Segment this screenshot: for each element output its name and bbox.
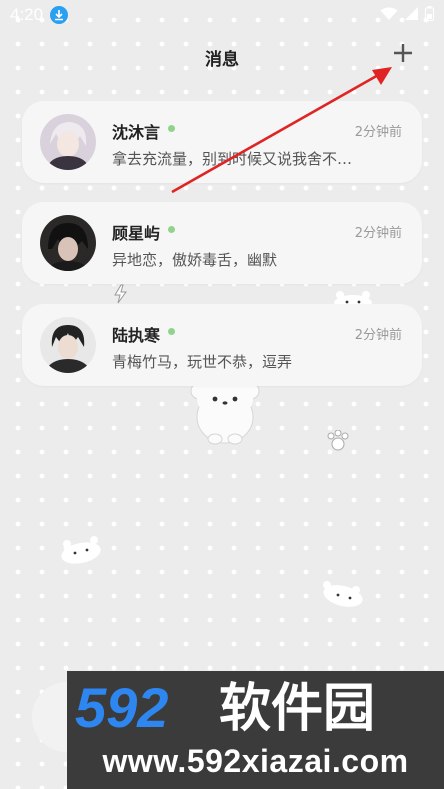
paw-sticker bbox=[327, 430, 349, 451]
add-button[interactable] bbox=[390, 40, 416, 66]
download-icon bbox=[50, 6, 69, 24]
avatar bbox=[40, 317, 96, 373]
status-time: 4:20 bbox=[10, 5, 44, 24]
page-title: 消息 bbox=[205, 50, 239, 70]
svg-text:592: 592 bbox=[75, 676, 168, 739]
conversation-item[interactable]: 顾星屿 2分钟前 异地恋，傲娇毒舌，幽默 bbox=[22, 202, 422, 284]
contact-name: 顾星屿 bbox=[112, 224, 161, 243]
bear-sticker bbox=[61, 536, 101, 564]
bear-sticker bbox=[323, 581, 363, 607]
message-preview: 拿去充流量，别到时候又说我舍不… bbox=[112, 150, 353, 168]
message-preview: 青梅竹马，玩世不恭，逗弄 bbox=[112, 353, 293, 371]
online-status-dot bbox=[168, 124, 176, 132]
message-preview: 异地恋，傲娇毒舌，幽默 bbox=[112, 251, 278, 269]
avatar bbox=[40, 114, 96, 170]
conversation-item[interactable]: 沈沐言 2分钟前 拿去充流量，别到时候又说我舍不… bbox=[22, 101, 422, 183]
conversation-item[interactable]: 陆执寒 2分钟前 青梅竹马，玩世不恭，逗弄 bbox=[22, 304, 422, 386]
message-time: 2分钟前 bbox=[354, 125, 402, 140]
message-time: 2分钟前 bbox=[354, 226, 402, 241]
contact-name: 陆执寒 bbox=[112, 326, 161, 345]
battery-icon bbox=[425, 5, 434, 25]
contact-name: 沈沐言 bbox=[112, 123, 161, 142]
message-time: 2分钟前 bbox=[354, 328, 402, 343]
wifi-icon bbox=[380, 6, 398, 25]
status-bar: 4:20 bbox=[0, 0, 444, 30]
avatar bbox=[40, 215, 96, 271]
online-status-dot bbox=[168, 327, 176, 335]
online-status-dot bbox=[168, 225, 176, 233]
svg-text:软件园: 软件园 bbox=[219, 679, 375, 739]
lightning-sticker bbox=[114, 284, 127, 304]
plus-icon bbox=[394, 44, 412, 62]
watermark-logo: 592 软件园 bbox=[75, 676, 375, 739]
signal-icon bbox=[404, 6, 419, 25]
watermark-url: www.592xiazai.com bbox=[102, 743, 409, 779]
watermark: 592 软件园 www.592xiazai.com bbox=[67, 671, 444, 789]
